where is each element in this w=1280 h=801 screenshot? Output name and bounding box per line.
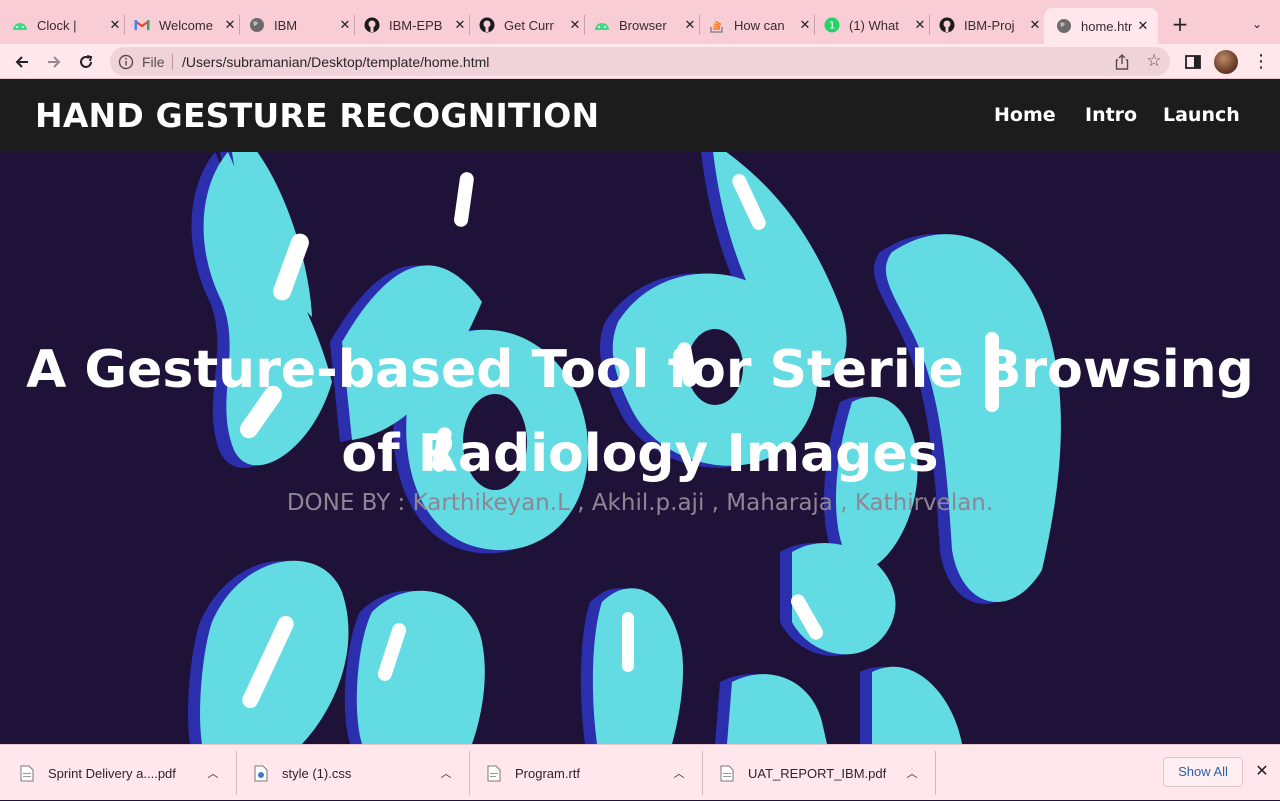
nav-launch[interactable]: Launch — [1163, 104, 1240, 126]
close-icon[interactable]: ✕ — [1028, 18, 1042, 33]
scheme-label: File — [142, 54, 165, 70]
tab-title: Get Curr — [504, 17, 554, 33]
tab-whatsapp[interactable]: 1 (1) What ✕ — [824, 8, 927, 42]
bookmark-star-icon[interactable]: ☆ — [1144, 51, 1164, 71]
downloads-bar: Sprint Delivery a....pdf ︿ style (1).css… — [0, 744, 1280, 800]
tab-title: Browser — [619, 17, 667, 33]
tab-title: IBM-EPB — [389, 17, 443, 33]
tab-browser[interactable]: Browser ✕ — [594, 8, 697, 42]
close-icon[interactable]: ✕ — [338, 18, 352, 33]
rtf-file-icon — [487, 765, 501, 781]
close-icon[interactable]: ✕ — [1136, 19, 1150, 34]
tab-how-can[interactable]: How can ✕ — [709, 8, 812, 42]
nav-intro[interactable]: Intro — [1085, 104, 1137, 126]
url-text[interactable]: /Users/subramanian/Desktop/template/home… — [182, 54, 489, 70]
back-button[interactable] — [10, 50, 34, 74]
hero-subtitle: DONE BY : Karthikeyan.L , Akhil.p.aji , … — [286, 490, 994, 516]
chevron-up-icon[interactable]: ︿ — [206, 765, 220, 780]
tab-title: How can — [734, 17, 785, 33]
tab-ibm[interactable]: IBM ✕ — [249, 8, 352, 42]
close-icon[interactable]: ✕ — [453, 18, 467, 33]
site-header: HAND GESTURE RECOGNITION Home Intro Laun… — [0, 80, 1280, 152]
globe-icon — [1056, 18, 1072, 34]
tab-home-active[interactable]: home.htm ✕ — [1044, 8, 1158, 44]
tab-get-curr[interactable]: Get Curr ✕ — [479, 8, 582, 42]
nav-home[interactable]: Home — [994, 104, 1056, 126]
close-icon[interactable]: ✕ — [913, 18, 927, 33]
tab-title: Clock | — [37, 17, 77, 33]
tab-gmail[interactable]: Welcome ✕ — [134, 8, 237, 42]
back-arrow-icon — [15, 56, 28, 68]
download-item[interactable]: Program.rtf — [487, 745, 677, 801]
github-icon — [364, 17, 380, 33]
close-icon[interactable]: ✕ — [683, 18, 697, 33]
profile-avatar[interactable] — [1214, 50, 1238, 74]
forward-arrow-icon — [48, 56, 61, 68]
new-tab-button[interactable]: + — [1170, 14, 1190, 34]
download-filename: Program.rtf — [515, 765, 581, 781]
reload-button[interactable] — [74, 50, 98, 74]
whatsapp-icon: 1 — [824, 17, 840, 33]
close-icon[interactable]: ✕ — [108, 18, 122, 33]
tab-title: IBM-Proj — [964, 17, 1015, 33]
chevron-up-icon[interactable]: ︿ — [439, 765, 453, 780]
close-icon[interactable]: ✕ — [223, 18, 237, 33]
download-filename: UAT_REPORT_IBM.pdf — [748, 765, 887, 781]
css-file-icon — [254, 765, 268, 781]
pdf-file-icon — [20, 765, 34, 781]
chevron-up-icon[interactable]: ︿ — [672, 765, 686, 780]
stackoverflow-icon — [709, 17, 725, 33]
close-icon[interactable]: ✕ — [568, 18, 582, 33]
hero-section: A Gesture-based Tool for Sterile Browsin… — [0, 152, 1280, 744]
info-icon[interactable] — [118, 54, 134, 70]
tab-title: home.htm — [1081, 18, 1132, 34]
tab-title: IBM — [274, 17, 298, 33]
hero-title: A Gesture-based Tool for Sterile Browsin… — [26, 340, 1254, 484]
browser-tab-strip: Clock | ✕ Welcome ✕ IBM ✕ IBM-EPB ✕ Get … — [0, 0, 1280, 44]
download-filename: style (1).css — [282, 765, 352, 781]
tab-search-chevron-icon[interactable]: ⌄ — [1249, 14, 1265, 34]
globe-icon — [249, 17, 265, 33]
github-icon — [939, 17, 955, 33]
more-menu-icon[interactable]: ⋮ — [1252, 50, 1270, 74]
android-icon — [12, 17, 28, 33]
github-icon — [479, 17, 495, 33]
forward-button[interactable] — [42, 50, 66, 74]
side-panel-icon[interactable] — [1184, 53, 1202, 71]
close-icon[interactable]: ✕ — [1253, 761, 1271, 781]
show-all-button[interactable]: Show All — [1163, 757, 1243, 787]
tab-title: (1) What — [849, 17, 899, 33]
android-icon — [594, 17, 610, 33]
download-item[interactable]: style (1).css — [254, 745, 444, 801]
download-filename: Sprint Delivery a....pdf — [48, 765, 176, 781]
browser-toolbar: File /Users/subramanian/Desktop/template… — [0, 44, 1280, 79]
tab-clock[interactable]: Clock | ✕ — [12, 8, 122, 42]
address-bar[interactable]: File /Users/subramanian/Desktop/template… — [110, 47, 1170, 76]
gmail-icon — [134, 17, 150, 33]
reload-icon — [80, 55, 93, 68]
chevron-up-icon[interactable]: ︿ — [905, 765, 919, 780]
tab-title: Welcome — [159, 17, 213, 33]
download-item[interactable]: UAT_REPORT_IBM.pdf — [720, 745, 910, 801]
site-title: HAND GESTURE RECOGNITION — [35, 96, 600, 135]
tab-ibm-proj[interactable]: IBM-Proj ✕ — [939, 8, 1042, 42]
tab-ibm-epb[interactable]: IBM-EPB ✕ — [364, 8, 467, 42]
pdf-file-icon — [720, 765, 734, 781]
share-icon[interactable] — [1113, 53, 1131, 71]
svg-text:1: 1 — [829, 21, 835, 32]
download-item[interactable]: Sprint Delivery a....pdf — [20, 745, 220, 801]
close-icon[interactable]: ✕ — [798, 18, 812, 33]
